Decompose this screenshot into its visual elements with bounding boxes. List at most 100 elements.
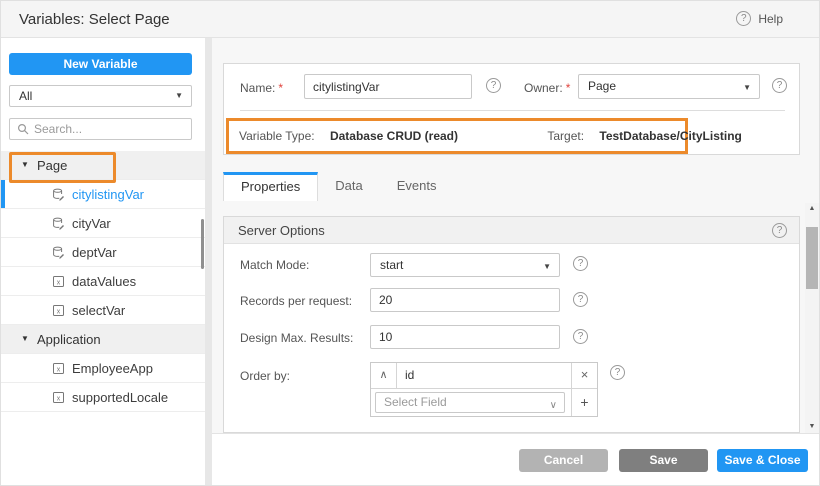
list-item-label: citylistingVar xyxy=(72,187,144,202)
sidebar-divider xyxy=(205,38,212,486)
required-marker: * xyxy=(278,81,283,95)
match-mode-label: Match Mode: xyxy=(240,258,309,272)
variable-filter-select[interactable]: All ▼ xyxy=(9,85,192,107)
records-per-request-label: Records per request: xyxy=(240,294,352,308)
sort-ascending-icon[interactable]: ∧ xyxy=(371,363,397,388)
remove-order-field-button[interactable]: × xyxy=(571,363,597,388)
variable-search xyxy=(9,118,192,140)
server-options-help-icon[interactable]: ? xyxy=(772,223,787,238)
variable-type-highlight: Variable Type: Database CRUD (read) Targ… xyxy=(226,118,688,154)
page-title: Variables: Select Page xyxy=(19,11,170,28)
target-value: TestDatabase/CityListing xyxy=(599,129,741,143)
section-label: Page xyxy=(37,158,67,173)
section-page[interactable]: ▼ Page xyxy=(1,151,205,180)
list-item-label: EmployeeApp xyxy=(72,361,153,376)
server-options-panel: Server Options ? Match Mode: start ▼ ? R… xyxy=(223,216,800,433)
save-and-close-button[interactable]: Save & Close xyxy=(717,449,808,472)
database-crud-variable-icon xyxy=(52,188,65,204)
scroll-down-icon[interactable]: ▼ xyxy=(805,421,819,433)
help-label: Help xyxy=(758,12,783,26)
order-by-field[interactable]: id xyxy=(397,363,571,388)
target-label: Target: xyxy=(547,129,584,143)
list-item-selectvar[interactable]: x selectVar xyxy=(1,296,205,325)
variable-type-value: Database CRUD (read) xyxy=(330,129,458,143)
server-options-title: Server Options xyxy=(238,223,325,238)
order-by-label: Order by: xyxy=(240,369,290,383)
list-item-datavalues[interactable]: x dataValues xyxy=(1,267,205,296)
search-icon xyxy=(17,123,29,135)
variables-sidebar: New Variable All ▼ ▼ Page citylistingVar xyxy=(1,38,205,486)
model-variable-icon: x xyxy=(52,362,65,378)
name-input[interactable] xyxy=(304,74,472,99)
svg-text:x: x xyxy=(57,395,61,402)
dialog-footer: Cancel Save Save & Close xyxy=(212,434,820,486)
model-variable-icon: x xyxy=(52,304,65,320)
match-mode-select[interactable]: start ▼ xyxy=(370,253,560,277)
section-application[interactable]: ▼ Application xyxy=(1,325,205,354)
tab-properties[interactable]: Properties xyxy=(223,172,318,201)
owner-label: Owner:* xyxy=(524,81,570,95)
owner-select[interactable]: Page ▼ xyxy=(578,74,760,99)
database-crud-variable-icon xyxy=(52,246,65,262)
match-mode-help-icon[interactable]: ? xyxy=(573,256,588,271)
scrollbar-thumb[interactable] xyxy=(806,227,818,289)
model-variable-icon: x xyxy=(52,275,65,291)
variables-dialog: Variables: Select Page ? Help New Variab… xyxy=(0,0,820,486)
tab-data[interactable]: Data xyxy=(318,172,379,201)
list-item-citylistingvar[interactable]: citylistingVar xyxy=(1,180,205,209)
help-button[interactable]: ? Help xyxy=(736,11,783,26)
model-variable-icon: x xyxy=(52,391,65,407)
new-variable-button[interactable]: New Variable xyxy=(9,53,192,75)
chevron-down-icon: ▼ xyxy=(175,86,183,106)
match-mode-value: start xyxy=(380,258,403,272)
owner-help-icon[interactable]: ? xyxy=(772,78,787,93)
select-field-placeholder: Select Field xyxy=(384,395,447,409)
tab-events[interactable]: Events xyxy=(380,172,454,201)
variable-filter-value: All xyxy=(19,89,32,103)
order-by-help-icon[interactable]: ? xyxy=(610,365,625,380)
design-max-results-label: Design Max. Results: xyxy=(240,331,353,345)
design-max-results-input[interactable] xyxy=(370,325,560,349)
variable-type-label: Variable Type: xyxy=(239,129,315,143)
variable-form-card: Name:* ? Owner:* Page ▼ ? Variable Type:… xyxy=(223,63,800,155)
search-input[interactable] xyxy=(34,120,184,138)
list-item-label: deptVar xyxy=(72,245,117,260)
svg-text:x: x xyxy=(57,366,61,373)
records-per-request-input[interactable] xyxy=(370,288,560,312)
name-help-icon[interactable]: ? xyxy=(486,78,501,93)
order-by-field-select[interactable]: Select Field ∨ xyxy=(375,392,565,413)
help-icon[interactable]: ? xyxy=(736,11,751,26)
list-item-deptvar[interactable]: deptVar xyxy=(1,238,205,267)
list-item-label: dataValues xyxy=(72,274,136,289)
variable-tabs: Properties Data Events xyxy=(223,171,453,201)
list-item-label: supportedLocale xyxy=(72,390,168,405)
list-item-label: selectVar xyxy=(72,303,125,318)
list-item-employeeapp[interactable]: x EmployeeApp xyxy=(1,354,205,383)
required-marker: * xyxy=(566,81,571,95)
owner-value: Page xyxy=(588,79,616,93)
content-scrollbar[interactable]: ▲ ▼ xyxy=(805,203,819,433)
collapse-icon[interactable]: ▼ xyxy=(21,334,29,343)
records-per-request-help-icon[interactable]: ? xyxy=(573,292,588,307)
list-item-cityvar[interactable]: cityVar xyxy=(1,209,205,238)
add-order-field-button[interactable]: + xyxy=(571,389,597,416)
variable-list: ▼ Page citylistingVar cityVar deptVar xyxy=(1,151,205,412)
scroll-up-icon[interactable]: ▲ xyxy=(805,203,819,215)
form-divider xyxy=(240,110,785,111)
save-button[interactable]: Save xyxy=(619,449,708,472)
design-max-results-help-icon[interactable]: ? xyxy=(573,329,588,344)
order-by-group: ∧ id × Select Field ∨ + xyxy=(370,362,598,417)
cancel-button[interactable]: Cancel xyxy=(519,449,608,472)
sidebar-scrollbar[interactable] xyxy=(201,219,204,269)
name-label: Name:* xyxy=(240,81,283,95)
chevron-down-icon: ▼ xyxy=(543,262,551,271)
list-item-label: cityVar xyxy=(72,216,111,231)
list-item-supportedlocale[interactable]: x supportedLocale xyxy=(1,383,205,412)
section-label: Application xyxy=(37,332,101,347)
collapse-icon[interactable]: ▼ xyxy=(21,160,29,169)
chevron-down-icon: ∨ xyxy=(550,396,557,415)
database-crud-variable-icon xyxy=(52,217,65,233)
svg-text:x: x xyxy=(57,279,61,286)
order-by-row: ∧ id × xyxy=(371,363,597,389)
dialog-header: Variables: Select Page ? Help xyxy=(1,1,820,38)
